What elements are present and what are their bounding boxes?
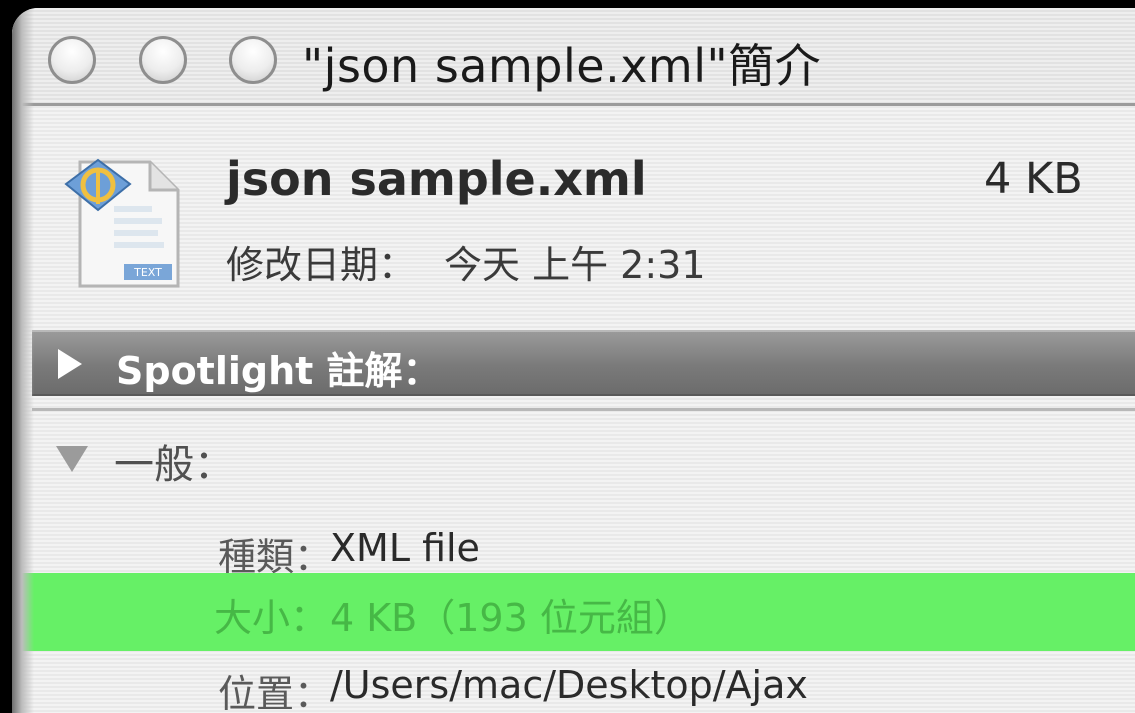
modified-label: 修改日期：: [226, 243, 417, 287]
modified-value: 今天 上午 2:31: [444, 243, 706, 287]
info-row-size: 大小： 4 KB（193 位元組）: [12, 573, 1135, 651]
size-value: 4 KB（193 位元組）: [330, 596, 692, 640]
kind-value: XML file: [330, 526, 480, 570]
spotlight-comments-section[interactable]: Spotlight 註解：: [32, 330, 1135, 396]
file-header: TEXT json sample.xml 4 KB 修改日期： 今天 上午 2:3…: [12, 106, 1135, 324]
svg-text:TEXT: TEXT: [133, 266, 162, 279]
zoom-button[interactable]: [229, 36, 277, 84]
window-title: "json sample.xml"簡介: [302, 39, 822, 93]
divider: [32, 408, 1135, 411]
location-value: /Users/mac/Desktop/Ajax: [330, 663, 808, 707]
size-label: 大小：: [213, 596, 328, 640]
file-size: 4 KB: [984, 154, 1083, 204]
info-window: "json sample.xml"簡介 TEXT json sample.xml: [12, 8, 1135, 713]
minimize-button[interactable]: [139, 36, 187, 84]
info-row-location: 位置： /Users/mac/Desktop/Ajax: [12, 651, 1135, 713]
screen: "json sample.xml"簡介 TEXT json sample.xml: [0, 0, 1135, 713]
spotlight-comments-label: Spotlight 註解：: [116, 349, 441, 393]
disclosure-down-icon[interactable]: [56, 446, 88, 472]
modified-date: 修改日期： 今天 上午 2:31: [226, 234, 706, 289]
title-bar[interactable]: "json sample.xml"簡介: [12, 8, 1135, 106]
xml-document-icon: TEXT: [64, 158, 180, 288]
location-label: 位置：: [217, 672, 332, 713]
general-section-label: 一般：: [114, 442, 234, 488]
close-button[interactable]: [48, 36, 96, 84]
file-name: json sample.xml: [226, 152, 647, 206]
disclosure-right-icon[interactable]: [58, 349, 82, 379]
